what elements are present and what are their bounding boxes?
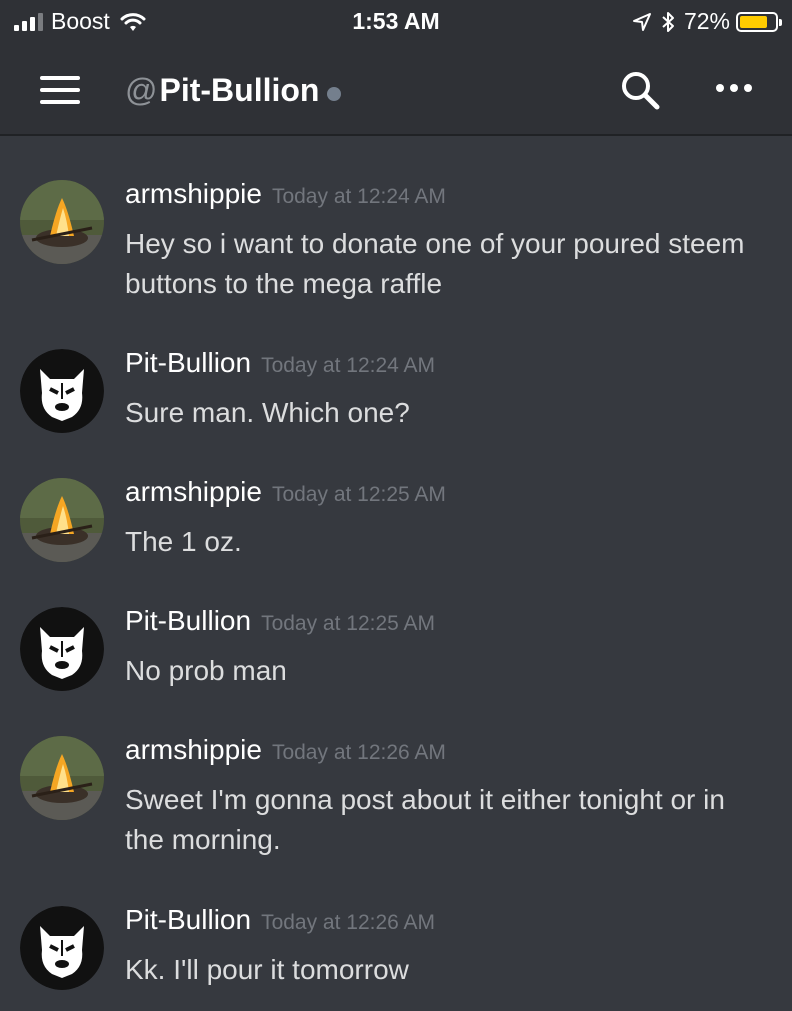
hamburger-menu-icon[interactable] (40, 76, 80, 106)
message-text: No prob man (125, 655, 287, 686)
message-text: Kk. I'll pour it tomorrow (125, 954, 409, 985)
avatar-campfire[interactable] (20, 478, 104, 562)
message-header: Pit-Bullion Today at 12:25 AM (125, 605, 435, 637)
avatar-campfire[interactable] (20, 736, 104, 820)
message-timestamp: Today at 12:26 AM (271, 741, 446, 764)
avatar-pitbull[interactable] (20, 349, 104, 433)
location-arrow-icon (632, 12, 651, 31)
avatar-pitbull[interactable] (20, 607, 104, 691)
message-timestamp: Today at 12:24 AM (271, 185, 446, 208)
message-text: Hey so i want to donate one of your pour… (125, 228, 745, 299)
message-header: armshippie Today at 12:25 AM (125, 476, 446, 508)
message-author[interactable]: armshippie (125, 476, 262, 508)
channel-header: @ Pit-Bullion (0, 44, 792, 136)
avatar-campfire[interactable] (20, 180, 104, 264)
message-author[interactable]: armshippie (125, 734, 262, 766)
message-timestamp: Today at 12:26 AM (261, 911, 436, 934)
message-author[interactable]: Pit-Bullion (125, 904, 251, 936)
message-header: armshippie Today at 12:26 AM (125, 734, 446, 766)
message-text: Sure man. Which one? (125, 397, 410, 428)
status-right: 72% (632, 8, 782, 35)
message-author[interactable]: armshippie (125, 178, 262, 210)
message-timestamp: Today at 12:25 AM (261, 612, 436, 635)
channel-title: @ Pit-Bullion (125, 72, 342, 109)
message-header: Pit-Bullion Today at 12:26 AM (125, 904, 435, 936)
bluetooth-icon (662, 11, 674, 32)
avatar-pitbull[interactable] (20, 906, 104, 990)
message-text: The 1 oz. (125, 526, 242, 557)
message-timestamp: Today at 12:24 AM (261, 354, 436, 377)
search-icon[interactable] (620, 70, 660, 110)
battery-icon (736, 11, 782, 32)
status-bar: Boost 1:53 AM 72% (0, 0, 792, 44)
message-timestamp: Today at 12:25 AM (271, 483, 446, 506)
at-symbol: @ (125, 72, 158, 108)
message-text: Sweet I'm gonna post about it either ton… (125, 784, 725, 855)
channel-name: Pit-Bullion (159, 72, 320, 108)
battery-percent: 72% (683, 8, 730, 34)
offline-status-indicator (327, 86, 342, 101)
message-list[interactable]: armshippie Today at 12:24 AM Hey so i wa… (0, 136, 792, 1011)
message-header: Pit-Bullion Today at 12:24 AM (125, 347, 435, 379)
message-header: armshippie Today at 12:24 AM (125, 178, 446, 210)
message-author[interactable]: Pit-Bullion (125, 347, 251, 379)
message-author[interactable]: Pit-Bullion (125, 605, 251, 637)
more-options-icon[interactable] (716, 84, 752, 92)
